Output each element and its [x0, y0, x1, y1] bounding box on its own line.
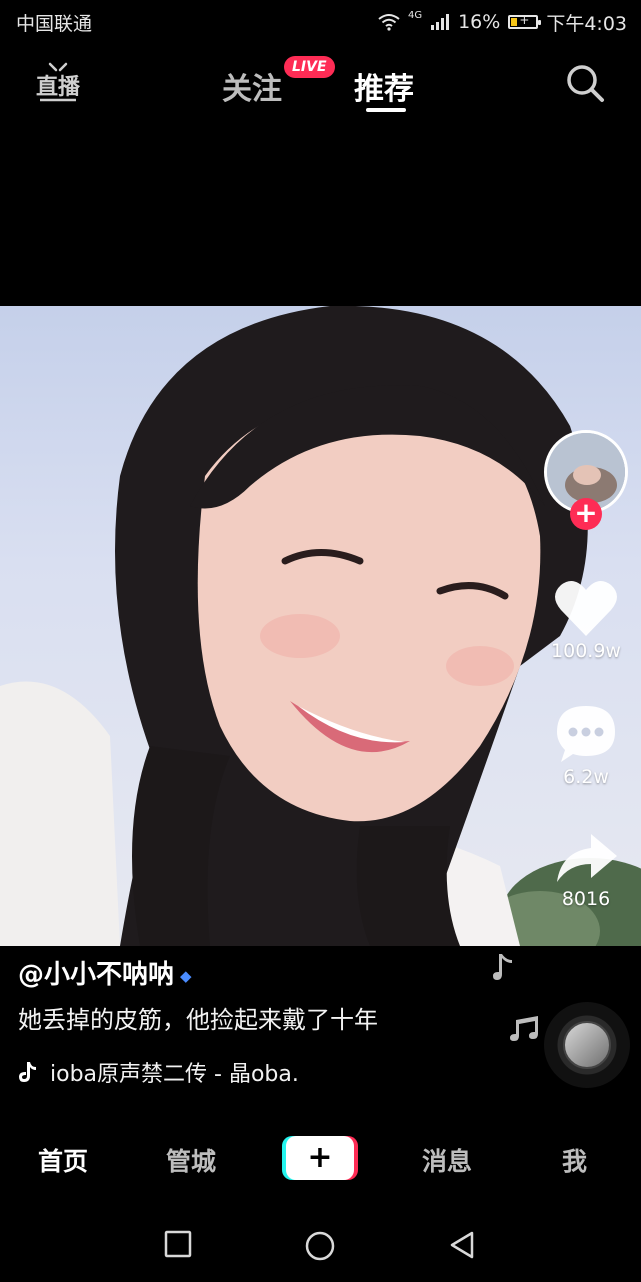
tab-recommend[interactable]: 推荐 [354, 64, 414, 108]
tiktok-note-icon [19, 1062, 36, 1082]
music-title: ioba原声禁二传 - 晶oba. [50, 1062, 299, 1087]
active-tab-indicator [366, 108, 406, 112]
status-icons: 4G 16% + 下午4:03 [378, 9, 627, 36]
comment-icon[interactable] [553, 702, 619, 764]
back-icon[interactable] [448, 1230, 476, 1260]
music-row[interactable]: ioba原声禁二传 - 晶oba. [18, 1056, 299, 1088]
follow-button[interactable]: + [570, 498, 602, 530]
create-button[interactable]: + [282, 1136, 358, 1180]
nav-mall[interactable]: 管城 [166, 1142, 216, 1178]
create-plus-label: + [286, 1136, 354, 1180]
comment-group: 6.2w [540, 702, 632, 788]
nav-messages[interactable]: 消息 [422, 1142, 472, 1178]
heart-icon[interactable] [553, 578, 619, 638]
share-icon[interactable] [553, 830, 619, 886]
wifi-icon [378, 14, 400, 31]
live-tv-icon[interactable]: 直播 [36, 60, 80, 104]
clock: 下午4:03 [546, 12, 627, 35]
author-avatar-group: + [540, 430, 632, 530]
music-notes-icon [510, 1016, 538, 1041]
svg-text:直播: 直播 [36, 74, 80, 100]
battery-percent: 16% [458, 11, 501, 33]
comment-count: 6.2w [563, 766, 609, 788]
recent-apps-icon[interactable] [164, 1230, 192, 1258]
status-bar: 中国联通 4G 16% + 下午4:03 [0, 0, 641, 44]
network-type: 4G [407, 9, 423, 21]
verified-icon: ◆ [180, 966, 192, 985]
system-nav-bar [0, 1212, 641, 1282]
nav-home[interactable]: 首页 [38, 1142, 88, 1178]
home-icon[interactable] [304, 1230, 336, 1262]
bottom-nav: 首页 管城 + 消息 我 [0, 1120, 641, 1200]
author-name[interactable]: @小小不呐呐 [18, 960, 174, 990]
tab-follow[interactable]: 关注 [222, 64, 282, 108]
share-group: 8016 [540, 830, 632, 910]
video-caption: 她丢掉的皮筋，他捡起来戴了十年 [18, 1006, 378, 1034]
live-badge: LIVE [284, 56, 335, 78]
nav-me[interactable]: 我 [562, 1142, 587, 1178]
search-icon[interactable] [564, 62, 606, 104]
like-group: 100.9w [540, 578, 632, 662]
top-nav: 直播 关注 LIVE 推荐 [0, 48, 641, 128]
disc-cover-image [563, 1021, 611, 1069]
author-name-row: @小小不呐呐 ◆ [18, 954, 192, 991]
share-count: 8016 [561, 888, 611, 910]
like-count: 100.9w [551, 640, 621, 662]
battery-icon: + [508, 13, 542, 29]
signal-icon [431, 14, 450, 30]
music-note-icon [493, 954, 512, 980]
carrier-label: 中国联通 [16, 12, 93, 35]
music-disc[interactable] [544, 1002, 630, 1088]
